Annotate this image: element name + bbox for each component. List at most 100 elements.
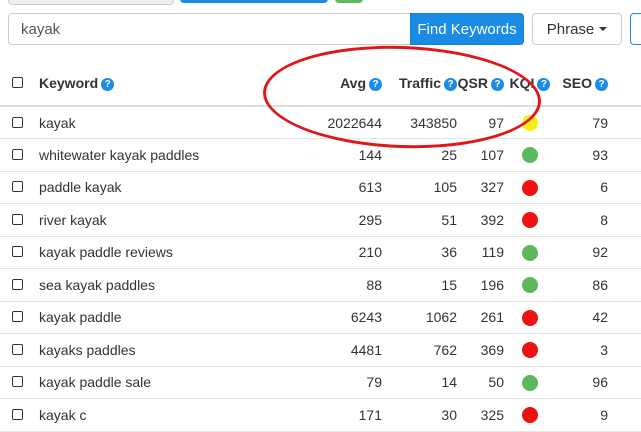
find-keywords-button[interactable]: Find Keywords — [410, 13, 524, 45]
kqi-red-indicator — [522, 309, 538, 326]
row-select-cell — [0, 334, 30, 367]
traffic-cell: 30 — [441, 406, 457, 423]
row-checkbox[interactable] — [12, 116, 23, 128]
row-overflow-cell — [608, 171, 641, 204]
seo-cell: 8 — [600, 211, 608, 228]
qsr-cell: 97 — [488, 114, 504, 131]
help-icon[interactable]: ? — [444, 77, 457, 91]
kqi-red-indicator — [522, 179, 538, 196]
kqi-cell — [504, 106, 556, 139]
top-tab-3[interactable] — [335, 0, 363, 3]
header-kqi[interactable]: KQI? — [504, 60, 556, 107]
header-overflow — [608, 60, 641, 107]
header-seo[interactable]: SEO? — [556, 60, 608, 107]
match-type-label: Phrase — [546, 20, 595, 38]
avg-cell: 295 — [358, 211, 382, 228]
table-row[interactable]: kayak paddle reviews 210 36 119 92 — [0, 236, 641, 269]
kqi-green-indicator — [522, 244, 538, 261]
table-header-row: Keyword? Avg? Traffic? QSR? KQI? SEO? — [0, 60, 641, 107]
traffic-cell: 15 — [441, 276, 457, 293]
row-checkbox[interactable] — [12, 148, 23, 160]
kqi-cell — [504, 139, 556, 172]
table-row[interactable]: kayak 2022644 343850 97 79 — [0, 106, 641, 139]
help-icon[interactable]: ? — [537, 77, 551, 91]
row-overflow-cell — [608, 366, 641, 399]
keyword-cell: sea kayak paddles — [39, 276, 155, 293]
kqi-green-indicator — [522, 374, 538, 391]
qsr-cell: 392 — [480, 211, 504, 228]
seo-cell: 86 — [592, 276, 608, 293]
help-icon[interactable]: ? — [491, 77, 504, 91]
row-overflow-cell — [608, 204, 641, 237]
search-input[interactable] — [8, 13, 411, 45]
header-keyword[interactable]: Keyword? — [30, 60, 292, 107]
header-select-all — [0, 60, 30, 107]
row-checkbox[interactable] — [12, 213, 23, 225]
kqi-cell — [504, 399, 556, 432]
row-checkbox[interactable] — [12, 311, 23, 323]
search-bar: Find Keywords Phrase S — [8, 13, 641, 47]
header-traffic[interactable]: Traffic? — [382, 60, 457, 107]
match-type-dropdown[interactable]: Phrase — [532, 13, 622, 45]
row-select-cell — [0, 301, 30, 334]
help-icon[interactable]: ? — [101, 77, 115, 91]
kqi-cell — [504, 301, 556, 334]
traffic-cell: 1062 — [425, 309, 457, 326]
row-select-cell — [0, 106, 30, 139]
kqi-cell — [504, 366, 556, 399]
top-tab-1[interactable] — [8, 0, 174, 5]
qsr-cell: 196 — [480, 276, 504, 293]
kqi-cell — [504, 269, 556, 302]
qsr-cell: 107 — [480, 146, 504, 163]
qsr-cell: 369 — [480, 341, 504, 358]
keyword-cell: kayaks paddles — [39, 341, 136, 358]
kqi-red-indicator — [522, 342, 538, 359]
row-checkbox[interactable] — [12, 181, 23, 193]
row-checkbox[interactable] — [12, 376, 23, 388]
table-row[interactable]: kayak c 171 30 325 9 — [0, 399, 641, 432]
table-row[interactable]: kayak paddle 6243 1062 261 42 — [0, 301, 641, 334]
seo-cell: 79 — [592, 114, 608, 131]
header-avg[interactable]: Avg? — [292, 60, 382, 107]
kqi-green-indicator — [522, 277, 538, 294]
table-row[interactable]: whitewater kayak paddles 144 25 107 93 — [0, 139, 641, 172]
keyword-cell: kayak paddle reviews — [39, 244, 173, 261]
table-row[interactable]: kayaks paddles 4481 762 369 3 — [0, 334, 641, 367]
kqi-cell — [504, 204, 556, 237]
traffic-cell: 25 — [441, 146, 457, 163]
s-button[interactable]: S — [630, 13, 641, 45]
keyword-cell: kayak — [39, 114, 76, 131]
traffic-cell: 762 — [433, 341, 457, 358]
keyword-cell: kayak paddle — [39, 309, 122, 326]
table-row[interactable]: kayak paddle sale 79 14 50 96 — [0, 366, 641, 399]
kqi-cell — [504, 171, 556, 204]
row-checkbox[interactable] — [12, 246, 23, 258]
row-overflow-cell — [608, 334, 641, 367]
table-row[interactable]: paddle kayak 613 105 327 6 — [0, 171, 641, 204]
row-checkbox[interactable] — [12, 278, 23, 290]
seo-cell: 96 — [592, 374, 608, 391]
row-select-cell — [0, 269, 30, 302]
header-kqi-label: KQI — [509, 74, 535, 91]
qsr-cell: 327 — [480, 179, 504, 196]
header-traffic-label: Traffic — [398, 74, 441, 91]
traffic-cell: 343850 — [410, 114, 457, 131]
row-checkbox[interactable] — [12, 343, 23, 355]
row-overflow-cell — [608, 139, 641, 172]
kqi-green-indicator — [522, 147, 538, 164]
row-select-cell — [0, 171, 30, 204]
top-tab-2[interactable] — [180, 0, 328, 3]
seo-cell: 6 — [600, 179, 608, 196]
select-all-checkbox[interactable] — [12, 76, 23, 88]
avg-cell: 613 — [358, 179, 382, 196]
kqi-cell — [504, 236, 556, 269]
help-icon[interactable]: ? — [595, 77, 608, 91]
header-qsr[interactable]: QSR? — [457, 60, 504, 107]
keyword-table: Keyword? Avg? Traffic? QSR? KQI? SEO? ka… — [0, 60, 641, 432]
help-icon[interactable]: ? — [369, 77, 382, 91]
row-checkbox[interactable] — [12, 408, 23, 420]
seo-cell: 42 — [592, 309, 608, 326]
table-row[interactable]: sea kayak paddles 88 15 196 86 — [0, 269, 641, 302]
traffic-cell: 105 — [433, 179, 457, 196]
table-row[interactable]: river kayak 295 51 392 8 — [0, 204, 641, 237]
